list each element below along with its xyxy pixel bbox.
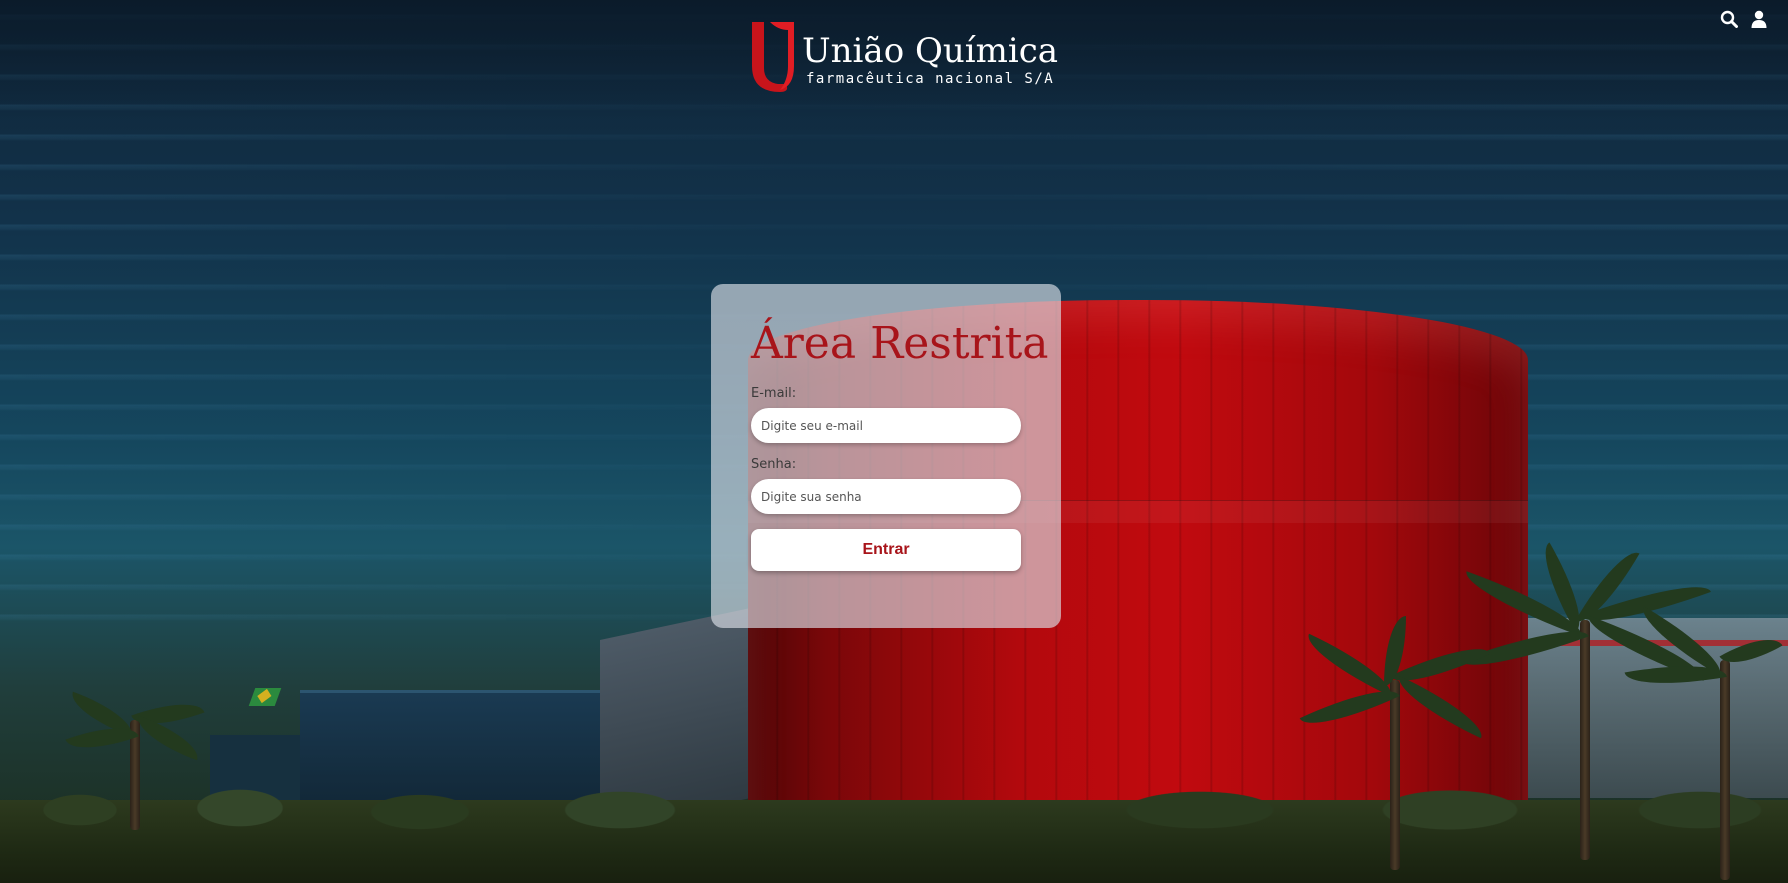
top-icons (1720, 10, 1768, 28)
email-label: E-mail: (751, 386, 797, 401)
search-icon[interactable] (1720, 10, 1738, 28)
login-title: Área Restrita (751, 318, 1049, 369)
login-button[interactable]: Entrar (751, 529, 1021, 571)
shrubs (0, 770, 1788, 830)
logo-u-icon (752, 22, 794, 92)
login-card: Área Restrita E-mail: Senha: Entrar (711, 284, 1061, 628)
user-icon[interactable] (1750, 10, 1768, 28)
password-field[interactable] (751, 479, 1021, 514)
password-label: Senha: (751, 457, 797, 472)
flag-image (248, 688, 282, 706)
brand-logo[interactable]: União Química farmacêutica nacional S/A (750, 20, 1058, 92)
email-field[interactable] (751, 408, 1021, 443)
page-background: União Química farmacêutica nacional S/A … (0, 0, 1788, 883)
logo-subtitle: farmacêutica nacional S/A (806, 71, 1055, 87)
logo-name: União Química (802, 31, 1059, 71)
